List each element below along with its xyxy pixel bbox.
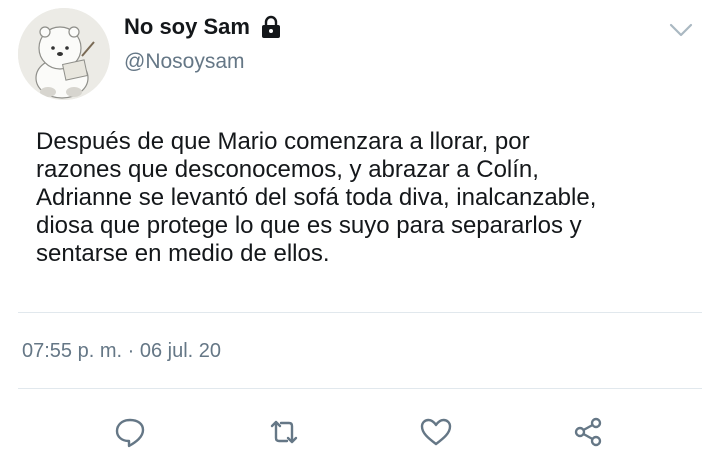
reply-icon[interactable] — [110, 412, 150, 452]
chevron-down-icon[interactable] — [668, 20, 694, 40]
tweet-line: Adrianne se levantó del sofá toda diva, … — [36, 184, 597, 211]
lock-icon — [260, 15, 282, 39]
user-name-row: No soy Sam — [124, 14, 282, 40]
tweet-line: Después de que Mario comenzara a llorar,… — [36, 128, 530, 155]
tweet-line: diosa que protege lo que es suyo para se… — [36, 212, 582, 239]
tweet-line: sentarse en medio de ellos. — [36, 240, 330, 267]
divider — [18, 312, 702, 313]
divider — [18, 388, 702, 389]
tweet-timestamp[interactable]: 07:55 p. m. · 06 jul. 20 — [22, 340, 221, 363]
share-icon[interactable] — [568, 412, 608, 452]
tweet-line: razones que desconocemos, y abrazar a Co… — [36, 156, 539, 183]
avatar[interactable] — [18, 8, 110, 100]
like-icon[interactable] — [416, 412, 456, 452]
bear-avatar-icon — [18, 8, 110, 100]
tweet-text: Después de que Mario comenzara a llorar,… — [36, 128, 706, 268]
user-handle[interactable]: @Nosoysam — [124, 50, 245, 74]
retweet-icon[interactable] — [264, 412, 304, 452]
display-name[interactable]: No soy Sam — [124, 14, 250, 40]
